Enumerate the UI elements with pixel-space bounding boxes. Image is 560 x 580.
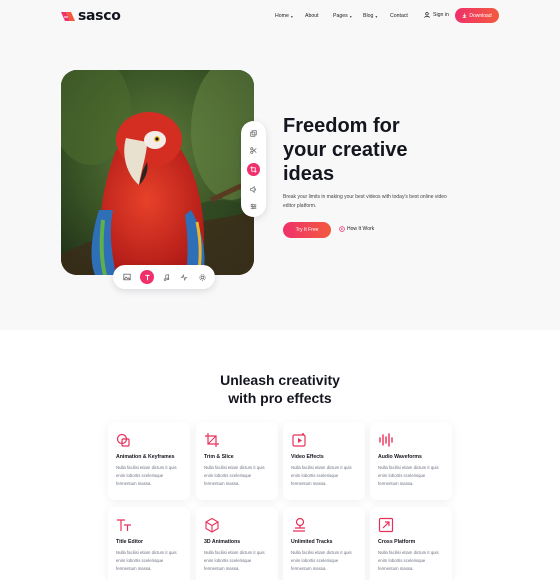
hero-image	[61, 70, 254, 275]
feature-title: Cross Platform	[378, 539, 416, 545]
feature-description: Nulla facilisi etiam dictum it quis enim…	[291, 465, 352, 486]
cube-icon	[204, 517, 220, 533]
feature-title: Animation & Keyframes	[116, 454, 175, 460]
music-tool[interactable]	[159, 270, 173, 284]
download-label: Download	[469, 12, 492, 19]
hero-title: Freedom for your creative ideas	[283, 114, 483, 186]
nav-item-home[interactable]: Home ▾	[275, 13, 293, 19]
image-icon	[123, 273, 131, 281]
logo-text: sasco	[78, 8, 121, 24]
layers-icon	[250, 130, 257, 137]
gear-icon	[198, 273, 206, 281]
scissors-icon	[250, 147, 257, 154]
nav-item-label: Contact	[390, 13, 408, 19]
feature-card-audio[interactable]: Audio Waveforms Nulla facilisi etiam dic…	[370, 422, 452, 500]
chevron-down-icon: ▾	[349, 13, 352, 19]
feature-card-tracks[interactable]: Unlimited Tracks Nulla facilisi etiam di…	[283, 507, 365, 580]
feature-description: Nulla facilisi etiam dictum it quis enim…	[204, 550, 265, 571]
features-title-line: Unleash creativity	[220, 372, 340, 388]
sign-in-link[interactable]: Sign in	[424, 12, 449, 18]
feature-card-title-editor[interactable]: Title Editor Nulla facilisi etiam dictum…	[108, 507, 190, 580]
tracks-icon	[291, 517, 307, 533]
nav-item-label: Blog	[363, 13, 374, 19]
text-tool[interactable]	[140, 270, 154, 284]
hero-description: Break your limits in making your best vi…	[283, 194, 447, 209]
feature-title: Video Effects	[291, 454, 324, 460]
user-icon	[424, 12, 430, 18]
feature-card-video-effects[interactable]: Video Effects Nulla facilisi etiam dictu…	[283, 422, 365, 500]
feature-card-3d[interactable]: 3D Animations Nulla facilisi etiam dictu…	[196, 507, 278, 580]
play-icon	[339, 226, 345, 232]
nav-item-blog[interactable]: Blog ▾	[363, 13, 377, 19]
sliders-tool[interactable]	[247, 200, 260, 213]
feature-description: Nulla facilisi etiam dictum it quis enim…	[204, 465, 265, 486]
feature-description: Nulla facilisi etiam dictum it quis enim…	[116, 465, 177, 486]
title-editor-icon	[116, 517, 132, 533]
feature-title: Audio Waveforms	[378, 454, 422, 460]
volume-tool[interactable]	[247, 183, 260, 196]
chevron-down-icon: ▾	[375, 13, 378, 19]
waveform-tool[interactable]	[177, 270, 191, 284]
cross-platform-icon	[378, 517, 394, 533]
features-title-line: with pro effects	[228, 390, 332, 406]
how-it-work-label: How It Work	[347, 226, 375, 232]
logo-icon	[61, 11, 75, 22]
download-icon	[463, 13, 467, 18]
feature-card-animation[interactable]: Animation & Keyframes Nulla facilisi eti…	[108, 422, 190, 500]
nav-item-about[interactable]: About	[305, 13, 319, 19]
audio-waveform-icon	[378, 432, 394, 448]
feature-card-cross-platform[interactable]: Cross Platform Nulla facilisi etiam dict…	[370, 507, 452, 580]
nav-item-label: Pages	[333, 13, 348, 19]
video-effects-icon	[291, 432, 307, 448]
bottom-toolbar	[113, 265, 215, 289]
text-icon	[144, 274, 150, 280]
feature-description: Nulla facilisi etiam dictum it quis enim…	[291, 550, 352, 571]
crop-tool[interactable]	[247, 163, 260, 176]
features-title: Unleash creativity with pro effects	[0, 371, 560, 407]
download-button[interactable]: Download	[455, 8, 499, 23]
hero-title-line: Freedom for	[283, 115, 400, 137]
nav-item-pages[interactable]: Pages ▾	[333, 13, 352, 19]
feature-title: Trim & Slice	[204, 454, 234, 460]
scissors-tool[interactable]	[247, 144, 260, 157]
feature-card-trim[interactable]: Trim & Slice Nulla facilisi etiam dictum…	[196, 422, 278, 500]
settings-tool[interactable]	[195, 270, 209, 284]
nav-item-label: About	[305, 13, 319, 19]
hero-title-line: ideas	[283, 163, 335, 185]
chevron-down-icon: ▾	[290, 13, 293, 19]
feature-description: Nulla facilisi etiam dictum it quis enim…	[378, 550, 439, 571]
feature-title: Unlimited Tracks	[291, 539, 333, 545]
nav-item-contact[interactable]: Contact	[390, 13, 408, 19]
try-it-free-button[interactable]: Try It Free	[283, 222, 331, 238]
music-icon	[163, 273, 169, 281]
layers-tool[interactable]	[247, 127, 260, 140]
logo[interactable]: sasco	[61, 8, 121, 24]
side-toolbar	[241, 121, 266, 217]
sliders-icon	[250, 203, 257, 210]
hero-title-line: your creative	[283, 139, 408, 161]
feature-title: 3D Animations	[204, 539, 241, 545]
feature-description: Nulla facilisi etiam dictum it quis enim…	[116, 550, 177, 571]
nav-item-label: Home	[275, 13, 289, 19]
image-tool[interactable]	[120, 270, 134, 284]
sign-in-label: Sign in	[433, 12, 449, 18]
feature-title: Title Editor	[116, 539, 143, 545]
crop-icon	[250, 166, 257, 173]
feature-description: Nulla facilisi etiam dictum it quis enim…	[378, 465, 439, 486]
how-it-work-link[interactable]: How It Work	[339, 226, 374, 232]
volume-icon	[250, 186, 257, 193]
site-header: sasco Home ▾ About Pages ▾ Blog ▾ Contac…	[0, 0, 560, 32]
waveform-icon	[180, 273, 188, 281]
animation-icon	[116, 432, 132, 448]
crop-icon	[204, 432, 220, 448]
